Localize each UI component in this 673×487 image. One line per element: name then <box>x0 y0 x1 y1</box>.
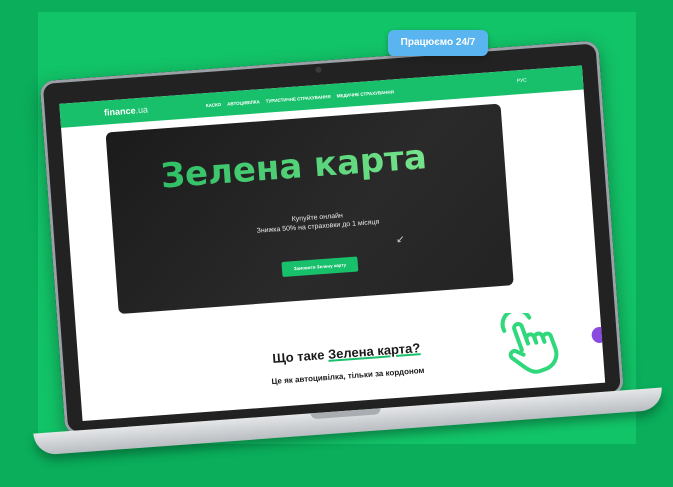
nav-link-avtocivilka[interactable]: АВТОЦИВІЛКА <box>227 99 260 106</box>
language-switch[interactable]: РУС <box>517 78 527 85</box>
nav-link-kasko[interactable]: КАСКО <box>206 102 222 108</box>
order-green-card-button[interactable]: Замовити Зелену карту <box>281 256 359 278</box>
hero-subtitle: Купуйте онлайн Знижка 50% на страховки д… <box>232 207 403 237</box>
curved-arrow-icon: ↙ <box>395 233 405 246</box>
hand-pointer-icon <box>500 313 559 374</box>
section-title-highlight: Зелена карта? <box>327 340 421 362</box>
nav-link-travel-insurance[interactable]: ТУРИСТИЧНЕ СТРАХУВАННЯ <box>265 94 330 104</box>
webcam-icon <box>315 66 322 74</box>
hero-banner: Зелена карта Купуйте онлайн Знижка 50% н… <box>105 103 514 315</box>
site-logo[interactable]: finance.ua <box>104 104 149 117</box>
chat-bubble-icon[interactable] <box>591 326 606 344</box>
laptop-mockup: finance.ua КАСКО АВТОЦИВІЛКА ТУРИСТИЧНЕ … <box>0 0 673 487</box>
nav-link-medical-insurance[interactable]: МЕДИЧНЕ СТРАХУВАННЯ <box>336 89 394 98</box>
hero-title: Зелена карта <box>159 135 461 196</box>
nav-links: КАСКО АВТОЦИВІЛКА ТУРИСТИЧНЕ СТРАХУВАННЯ… <box>206 89 394 108</box>
working-24-7-badge: Працюємо 24/7 <box>388 30 488 56</box>
